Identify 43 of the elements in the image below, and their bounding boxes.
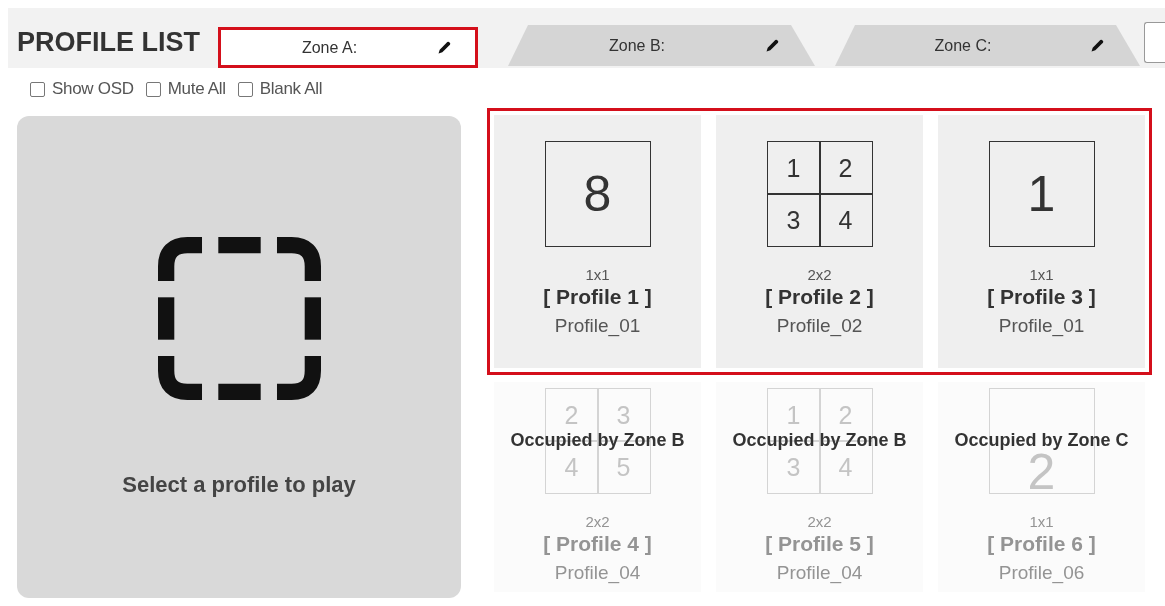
profile-name: [ Profile 5 ] — [765, 532, 874, 556]
layout-cell: 1 — [1027, 169, 1056, 219]
zone-tab[interactable]: Zone B: — [508, 25, 815, 66]
dashed-square-icon — [157, 237, 321, 400]
profile-name: [ Profile 1 ] — [543, 285, 652, 309]
profile-name: [ Profile 2 ] — [765, 285, 874, 309]
profile-card[interactable]: 1 2 3 4 2x2 [ Profile 2 ] Profile_02 — [716, 115, 923, 368]
profile-source: Profile_01 — [998, 315, 1085, 337]
profile-card[interactable]: 1 1x1 [ Profile 3 ] Profile_01 — [938, 115, 1145, 368]
pencil-icon[interactable] — [438, 41, 451, 54]
profile-source: Profile_01 — [554, 315, 641, 337]
occupied-label: Occupied by Zone B — [732, 430, 907, 450]
checkbox-label[interactable]: Mute All — [167, 79, 226, 99]
layout-cell: 4 — [838, 207, 853, 233]
layout-size: 2x2 — [585, 513, 610, 530]
pencil-icon[interactable] — [766, 39, 779, 52]
profile-name: [ Profile 3 ] — [987, 285, 1096, 309]
zone-tab[interactable]: Zone A: — [218, 27, 478, 68]
profile-source: Profile_02 — [776, 315, 863, 337]
page-title: PROFILE LIST — [17, 27, 200, 57]
partial-tab[interactable] — [1144, 22, 1165, 63]
profile-name: [ Profile 6 ] — [987, 532, 1096, 556]
pencil-icon[interactable] — [1091, 39, 1104, 52]
checkbox-label[interactable]: Show OSD — [52, 79, 134, 99]
layout-cell: 2 — [838, 155, 853, 181]
layout-size: 1x1 — [1029, 513, 1054, 530]
profile-name: [ Profile 4 ] — [543, 532, 652, 556]
layout-size: 2x2 — [807, 513, 832, 530]
occupied-label: Occupied by Zone C — [954, 430, 1129, 450]
checkbox[interactable] — [237, 81, 253, 97]
layout-size: 2x2 — [807, 266, 832, 283]
checkbox[interactable] — [30, 81, 45, 97]
checkbox[interactable] — [145, 81, 161, 97]
player-message: Select a profile to play — [122, 472, 356, 498]
layout-size: 1x1 — [1029, 266, 1054, 283]
occupied-label: Occupied by Zone B — [510, 430, 685, 450]
zone-tab[interactable]: Zone C: — [835, 25, 1140, 66]
layout-cell: 1 — [786, 155, 801, 181]
profile-card[interactable]: 8 1x1 [ Profile 1 ] Profile_01 — [494, 115, 701, 368]
layout-cell: 3 — [786, 207, 801, 233]
checkbox-label[interactable]: Blank All — [259, 79, 323, 99]
layout-size: 1x1 — [585, 266, 610, 283]
layout-cell: 8 — [583, 169, 612, 219]
